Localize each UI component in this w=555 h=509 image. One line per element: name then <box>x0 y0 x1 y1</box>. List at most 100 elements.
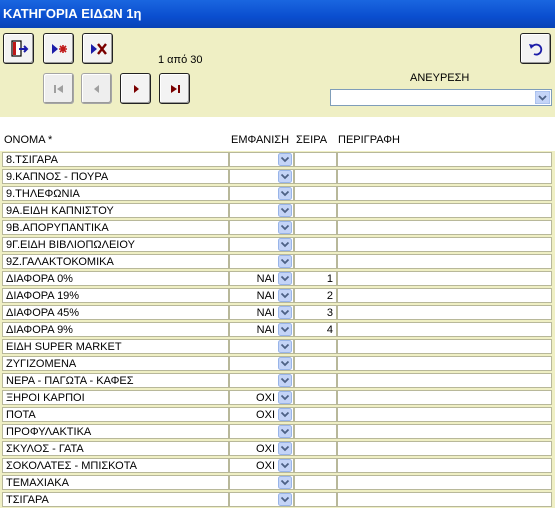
order-cell[interactable] <box>294 424 337 439</box>
name-cell[interactable]: 9Β.ΑΠΟΡΥΠΑΝΤΙΚΑ <box>2 220 229 235</box>
chevron-down-icon[interactable] <box>278 238 292 251</box>
name-cell[interactable]: 9Ζ.ΓΑΛΑΚΤΟΚΟΜΙΚΑ <box>2 254 229 269</box>
table-row[interactable]: 9Β.ΑΠΟΡΥΠΑΝΤΙΚΑ <box>0 219 555 236</box>
name-cell[interactable]: ΣΚΥΛΟΣ - ΓΑΤΑ <box>2 441 229 456</box>
show-dropdown[interactable] <box>229 186 294 201</box>
chevron-down-icon[interactable] <box>278 425 292 438</box>
chevron-down-icon[interactable] <box>278 493 292 506</box>
chevron-down-icon[interactable] <box>534 90 551 105</box>
order-cell[interactable] <box>294 356 337 371</box>
show-dropdown[interactable] <box>229 475 294 490</box>
chevron-down-icon[interactable] <box>278 204 292 217</box>
description-cell[interactable] <box>337 441 552 456</box>
order-cell[interactable] <box>294 237 337 252</box>
chevron-down-icon[interactable] <box>278 459 292 472</box>
show-dropdown[interactable] <box>229 424 294 439</box>
table-row[interactable]: ΠΟΤΑ ΟΧΙ <box>0 406 555 423</box>
description-cell[interactable] <box>337 152 552 167</box>
show-dropdown[interactable] <box>229 220 294 235</box>
show-dropdown[interactable] <box>229 254 294 269</box>
show-dropdown[interactable]: ΝΑΙ <box>229 322 294 337</box>
first-record-button[interactable] <box>43 73 74 104</box>
description-cell[interactable] <box>337 492 552 507</box>
order-cell[interactable] <box>294 475 337 490</box>
show-dropdown[interactable] <box>229 237 294 252</box>
show-dropdown[interactable]: ΟΧΙ <box>229 441 294 456</box>
next-record-button[interactable] <box>120 73 151 104</box>
chevron-down-icon[interactable] <box>278 391 292 404</box>
show-dropdown[interactable]: ΝΑΙ <box>229 305 294 320</box>
chevron-down-icon[interactable] <box>278 357 292 370</box>
chevron-down-icon[interactable] <box>278 153 292 166</box>
order-cell[interactable] <box>294 254 337 269</box>
chevron-down-icon[interactable] <box>278 272 292 285</box>
chevron-down-icon[interactable] <box>278 306 292 319</box>
name-cell[interactable]: ΔΙΑΦΟΡΑ 19% <box>2 288 229 303</box>
name-cell[interactable]: 9Γ.ΕΙΔΗ ΒΙΒΛΙΟΠΩΛΕΙΟΥ <box>2 237 229 252</box>
exit-button[interactable] <box>3 33 34 64</box>
undo-button[interactable] <box>520 33 551 64</box>
order-cell[interactable] <box>294 458 337 473</box>
order-cell[interactable]: 1 <box>294 271 337 286</box>
description-cell[interactable] <box>337 169 552 184</box>
chevron-down-icon[interactable] <box>278 255 292 268</box>
description-cell[interactable] <box>337 424 552 439</box>
description-cell[interactable] <box>337 322 552 337</box>
description-cell[interactable] <box>337 475 552 490</box>
table-row[interactable]: 9Ζ.ΓΑΛΑΚΤΟΚΟΜΙΚΑ <box>0 253 555 270</box>
show-dropdown[interactable]: ΝΑΙ <box>229 271 294 286</box>
order-cell[interactable] <box>294 390 337 405</box>
name-cell[interactable]: ΞΗΡΟΙ ΚΑΡΠΟΙ <box>2 390 229 405</box>
show-dropdown[interactable] <box>229 152 294 167</box>
order-cell[interactable] <box>294 186 337 201</box>
show-dropdown[interactable] <box>229 203 294 218</box>
show-dropdown[interactable] <box>229 492 294 507</box>
description-cell[interactable] <box>337 203 552 218</box>
name-cell[interactable]: ΔΙΑΦΟΡΑ 9% <box>2 322 229 337</box>
table-row[interactable]: 8.ΤΣΙΓΑΡΑ <box>0 151 555 168</box>
chevron-down-icon[interactable] <box>278 323 292 336</box>
show-dropdown[interactable] <box>229 373 294 388</box>
order-cell[interactable] <box>294 169 337 184</box>
show-dropdown[interactable] <box>229 356 294 371</box>
name-cell[interactable]: ΔΙΑΦΟΡΑ 45% <box>2 305 229 320</box>
table-row[interactable]: ΠΡΟΦΥΛΑΚΤΙΚΑ <box>0 423 555 440</box>
name-cell[interactable]: ΤΣΙΓΑΡΑ <box>2 492 229 507</box>
table-row[interactable]: ΔΙΑΦΟΡΑ 45% ΝΑΙ 3 <box>0 304 555 321</box>
description-cell[interactable] <box>337 288 552 303</box>
description-cell[interactable] <box>337 186 552 201</box>
show-dropdown[interactable] <box>229 339 294 354</box>
order-cell[interactable] <box>294 373 337 388</box>
description-cell[interactable] <box>337 407 552 422</box>
name-cell[interactable]: 9.ΤΗΛΕΦΩΝΙΑ <box>2 186 229 201</box>
name-cell[interactable]: ΠΟΤΑ <box>2 407 229 422</box>
name-cell[interactable]: ΤΕΜΑΧΙΑΚΑ <box>2 475 229 490</box>
new-record-button[interactable] <box>43 33 74 64</box>
order-cell[interactable]: 2 <box>294 288 337 303</box>
order-cell[interactable] <box>294 203 337 218</box>
description-cell[interactable] <box>337 271 552 286</box>
description-cell[interactable] <box>337 390 552 405</box>
table-row[interactable]: 9.ΤΗΛΕΦΩΝΙΑ <box>0 185 555 202</box>
table-row[interactable]: ΣΟΚΟΛΑΤΕΣ - ΜΠΙΣΚΟΤΑ ΟΧΙ <box>0 457 555 474</box>
order-cell[interactable] <box>294 339 337 354</box>
chevron-down-icon[interactable] <box>278 442 292 455</box>
name-cell[interactable]: ΠΡΟΦΥΛΑΚΤΙΚΑ <box>2 424 229 439</box>
table-row[interactable]: ΞΗΡΟΙ ΚΑΡΠΟΙ ΟΧΙ <box>0 389 555 406</box>
chevron-down-icon[interactable] <box>278 340 292 353</box>
show-dropdown[interactable]: ΟΧΙ <box>229 458 294 473</box>
table-row[interactable]: ΔΙΑΦΟΡΑ 0% ΝΑΙ 1 <box>0 270 555 287</box>
previous-record-button[interactable] <box>81 73 112 104</box>
search-dropdown[interactable] <box>330 89 552 106</box>
table-row[interactable]: ΣΚΥΛΟΣ - ΓΑΤΑ ΟΧΙ <box>0 440 555 457</box>
show-dropdown[interactable]: ΟΧΙ <box>229 407 294 422</box>
table-row[interactable]: 9Α.ΕΙΔΗ ΚΑΠΝΙΣΤΟΥ <box>0 202 555 219</box>
name-cell[interactable]: ΔΙΑΦΟΡΑ 0% <box>2 271 229 286</box>
table-row[interactable]: ΕΙΔΗ SUPER MARKET <box>0 338 555 355</box>
chevron-down-icon[interactable] <box>278 476 292 489</box>
table-row[interactable]: ΔΙΑΦΟΡΑ 9% ΝΑΙ 4 <box>0 321 555 338</box>
order-cell[interactable]: 3 <box>294 305 337 320</box>
order-cell[interactable] <box>294 220 337 235</box>
chevron-down-icon[interactable] <box>278 170 292 183</box>
order-cell[interactable] <box>294 152 337 167</box>
